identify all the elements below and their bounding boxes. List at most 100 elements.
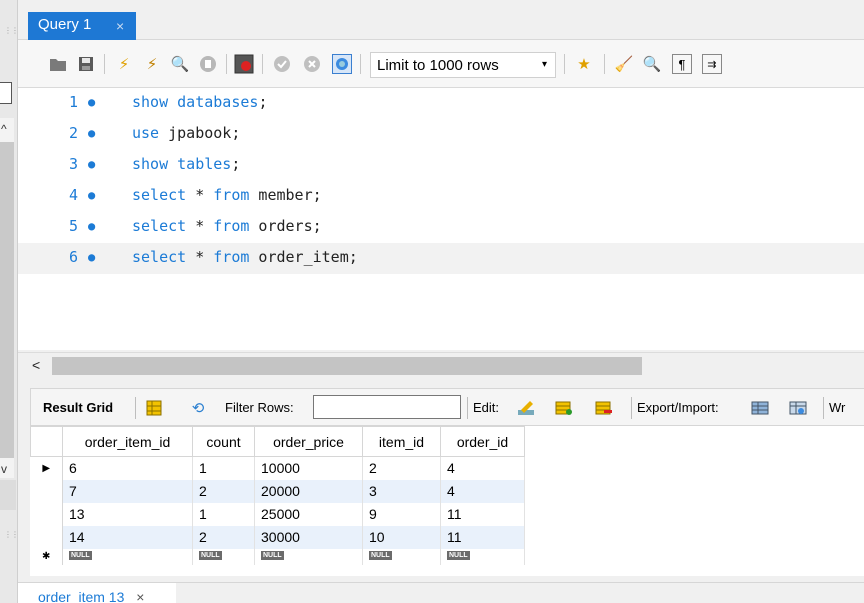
autocommit-icon[interactable] [332,54,352,74]
execute-icon[interactable]: ⚡ [114,54,134,74]
error-toggle-icon[interactable] [234,54,254,74]
export-icon[interactable] [749,397,771,419]
column-header-count[interactable]: count [192,426,255,457]
editor-line[interactable]: 3 ● show tables; [18,150,864,181]
table-cell[interactable]: NULL [362,548,441,565]
close-icon[interactable]: × [136,589,144,603]
table-row[interactable]: 13 1 25000 9 11 [30,502,525,526]
line-number: 2 [68,124,78,142]
save-icon[interactable] [76,54,96,74]
open-folder-icon[interactable] [48,54,68,74]
commit-icon[interactable] [272,54,292,74]
execute-current-icon[interactable]: ⚡ [142,54,162,74]
header-row: order_item_id count order_price item_id … [30,426,525,457]
table-cell[interactable]: NULL [62,548,193,565]
editor-line[interactable]: 5 ● select * from orders; [18,212,864,243]
column-header-order-id[interactable]: order_id [440,426,525,457]
sql-toolbar: ⚡ ⚡ 🔍 Limit to 1000 rows ▾ ★ 🧹 🔍 ¶ ⇉ [18,40,864,88]
editor-horizontal-scrollbar[interactable]: < [18,352,864,378]
table-cell[interactable]: 1 [192,502,255,526]
table-cell[interactable]: 10 [362,525,441,549]
table-cell[interactable]: NULL [192,548,255,565]
beautify-icon[interactable]: 🧹 [614,54,634,74]
null-badge: NULL [447,550,470,560]
statement-dot-icon: ● [88,126,96,140]
sql-editor[interactable]: 1 ● show databases; 2 ● use jpabook; 3 ●… [18,88,864,350]
delete-row-icon[interactable] [593,397,615,419]
insert-row-icon[interactable] [553,397,575,419]
new-row[interactable]: ✱ NULL NULL NULL NULL NULL [30,548,525,565]
table-cell[interactable]: 9 [362,502,441,526]
grip-icon[interactable]: ⋮⋮ [4,26,19,35]
side-scrollbar-thumb[interactable] [0,142,14,458]
table-cell[interactable]: NULL [254,548,363,565]
toolbar-separator [604,54,605,74]
table-row[interactable]: 7 2 20000 3 4 [30,479,525,503]
limit-rows-select[interactable]: Limit to 1000 rows ▾ [370,52,556,78]
table-cell[interactable]: 2 [362,456,441,480]
column-header-item-id[interactable]: item_id [362,426,441,457]
editor-line-current[interactable]: 6 ● select * from order_item; [18,243,864,274]
scroll-left-icon[interactable]: < [32,357,40,373]
find-icon[interactable]: 🔍 [642,54,662,74]
wrap-cell-label[interactable]: Wr [829,400,845,415]
column-header-order-item-id[interactable]: order_item_id [62,426,193,457]
tab-query-1[interactable]: Query 1 × [28,12,136,40]
row-header [30,502,63,526]
table-cell[interactable]: 2 [192,525,255,549]
table-cell[interactable]: 3 [362,479,441,503]
edit-label: Edit: [473,400,500,415]
tab-order-item-13[interactable]: order_item 13 × [18,583,176,603]
workbench-window: ⋮⋮ ^ v ⋮⋮ Query 1 × ⚡ ⚡ 🔍 Limit to 1000 … [0,0,864,603]
column-header-order-price[interactable]: order_price [254,426,363,457]
table-cell[interactable]: 10000 [254,456,363,480]
table-cell[interactable]: 14 [62,525,193,549]
explain-icon[interactable]: 🔍 [170,54,190,74]
import-icon[interactable] [787,397,809,419]
result-grid-button[interactable]: Result Grid [43,400,113,415]
result-grid[interactable]: order_item_id count order_price item_id … [30,426,864,576]
null-badge: NULL [69,550,92,560]
wrap-lines-icon[interactable]: ⇉ [702,54,722,74]
table-cell[interactable]: 4 [440,479,525,503]
filter-rows-input[interactable] [313,395,461,419]
line-number: 4 [68,186,78,204]
tab-label: order_item 13 [38,589,125,603]
scroll-up-icon[interactable]: ^ [1,122,7,136]
toolbar-separator [135,397,136,419]
edit-cell-icon[interactable] [515,397,537,419]
refresh-icon[interactable]: ⟲ [187,397,209,419]
table-row[interactable]: 14 2 30000 10 11 [30,525,525,549]
statement-dot-icon: ● [88,95,96,109]
scroll-down-icon[interactable]: v [1,462,7,476]
table-cell[interactable]: 11 [440,502,525,526]
table-cell[interactable]: 4 [440,456,525,480]
editor-line[interactable]: 2 ● use jpabook; [18,119,864,150]
table-cell[interactable]: 6 [62,456,193,480]
table-cell[interactable]: 13 [62,502,193,526]
toolbar-separator [360,54,361,74]
stop-icon[interactable] [198,54,218,74]
close-icon[interactable]: × [116,18,124,34]
table-cell[interactable]: 20000 [254,479,363,503]
grid-layout-icon[interactable] [143,397,165,419]
table-cell[interactable]: 25000 [254,502,363,526]
side-panel-input[interactable] [0,82,12,104]
grip-icon[interactable]: ⋮⋮ [4,530,19,539]
editor-line[interactable]: 4 ● select * from member; [18,181,864,212]
table-cell[interactable]: 1 [192,456,255,480]
rollback-icon[interactable] [302,54,322,74]
table-row[interactable]: ▶ 6 1 10000 2 4 [30,456,525,480]
editor-line[interactable]: 1 ● show databases; [18,88,864,119]
statement-dot-icon: ● [88,250,96,264]
table-cell[interactable]: 7 [62,479,193,503]
invisible-chars-icon[interactable]: ¶ [672,54,692,74]
table-cell[interactable]: 30000 [254,525,363,549]
scrollbar-thumb[interactable] [52,357,642,375]
table-cell[interactable]: NULL [440,548,525,565]
table-cell[interactable]: 11 [440,525,525,549]
add-snippet-icon[interactable]: ★ [574,54,594,74]
table-cell[interactable]: 2 [192,479,255,503]
line-number: 5 [68,217,78,235]
editor-tab-bar: Query 1 × [18,0,864,40]
